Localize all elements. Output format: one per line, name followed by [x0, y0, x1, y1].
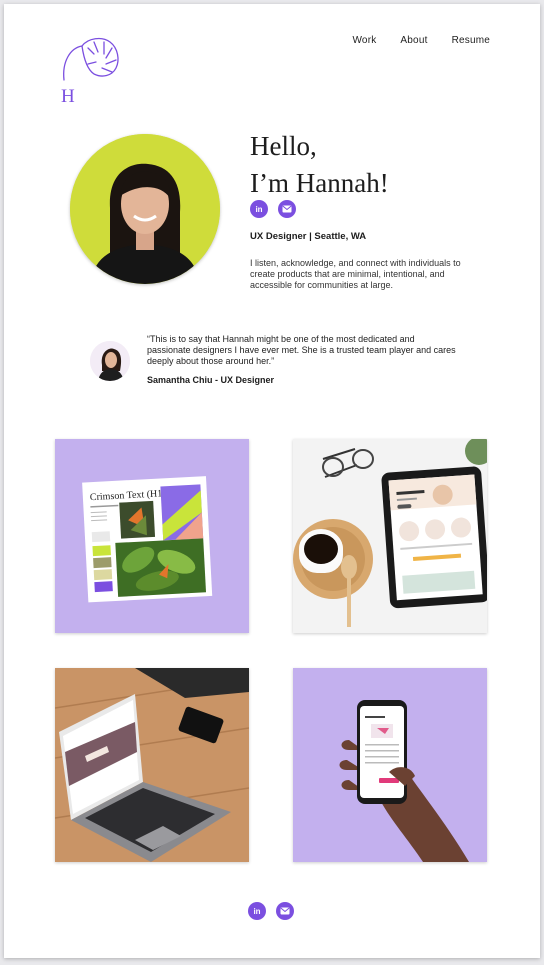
project-tile-tablet-app[interactable] [293, 439, 487, 633]
hero-heading: Hello, I’m Hannah! [250, 128, 389, 202]
footer-linkedin-button[interactable]: in [248, 902, 266, 920]
testimonial-avatar [90, 341, 130, 381]
footer-email-button[interactable] [276, 902, 294, 920]
email-button[interactable] [278, 200, 296, 218]
project-tile-style-guide[interactable]: Crimson Text (H1) [55, 439, 249, 633]
laptop-mockup [55, 668, 249, 862]
top-nav: Work About Resume [352, 35, 490, 46]
envelope-icon [282, 205, 292, 213]
profile-photo [70, 134, 220, 284]
hero-bio: I listen, acknowledge, and connect with … [250, 258, 461, 290]
footer-social-links: in [248, 902, 294, 920]
style-guide-mockup: Crimson Text (H1) [55, 439, 249, 633]
testimonial-quote: “This is to say that Hannah might be one… [147, 334, 456, 366]
nav-about[interactable]: About [400, 35, 427, 46]
logo[interactable]: H [58, 34, 122, 107]
hero-role: UX Designer | Seattle, WA [250, 231, 367, 242]
project-tile-laptop-website[interactable] [55, 668, 249, 862]
hero-social-links: in [250, 200, 296, 218]
hero-greeting-line1: Hello, [250, 131, 317, 161]
phone-mockup [293, 668, 487, 862]
nav-work[interactable]: Work [352, 35, 376, 46]
testimonial-author: Samantha Chiu - UX Designer [147, 375, 275, 385]
linkedin-icon: in [253, 906, 261, 916]
envelope-icon [280, 907, 290, 915]
project-tile-mobile-app[interactable] [293, 668, 487, 862]
nav-resume[interactable]: Resume [452, 35, 490, 46]
linkedin-button[interactable]: in [250, 200, 268, 218]
portfolio-page: H Work About Resume Hello, I’m Hannah! i… [4, 4, 540, 958]
logo-monogram: H [61, 86, 75, 106]
tablet-mockup [293, 439, 487, 633]
monstera-leaf-icon: H [61, 37, 119, 107]
linkedin-icon: in [255, 204, 263, 214]
hero-greeting-line2: I’m Hannah! [250, 168, 389, 198]
